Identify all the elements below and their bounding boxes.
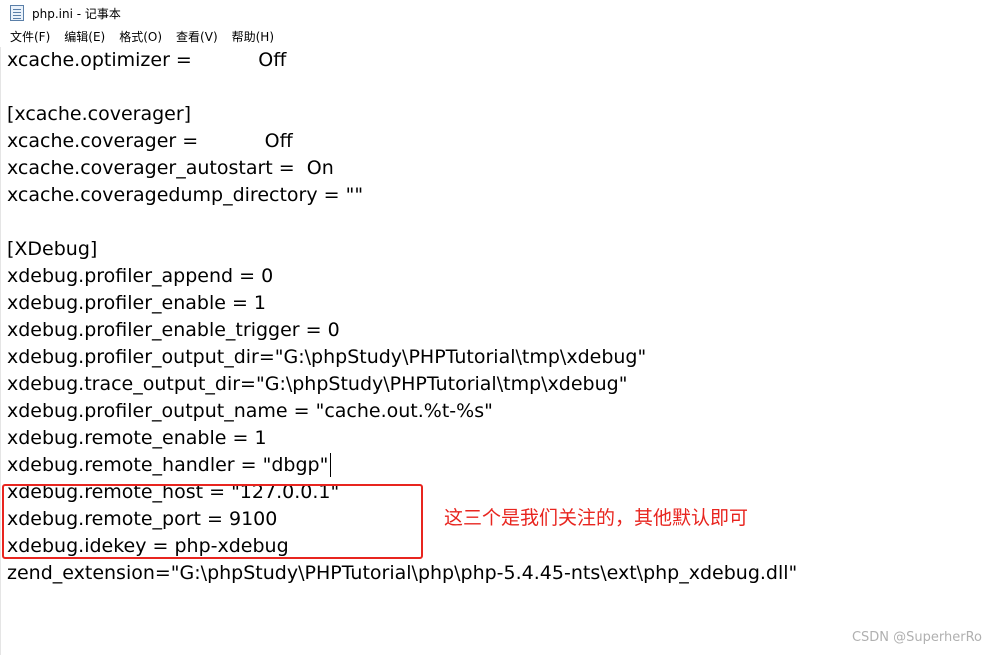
editor-line: xdebug.trace_output_dir="G:\phpStudy\PHP… — [7, 373, 628, 395]
editor-line: zend_extension="G:\phpStudy\PHPTutorial\… — [7, 562, 798, 584]
editor-line: xdebug.profiler_enable_trigger = 0 — [7, 319, 340, 341]
editor-line: xcache.coveragedump_directory = "" — [7, 184, 364, 206]
menu-format[interactable]: 格式(O) — [119, 28, 162, 45]
editor-line: xdebug.remote_enable = 1 — [7, 427, 267, 449]
menu-help[interactable]: 帮助(H) — [232, 28, 274, 45]
text-caret — [330, 453, 331, 477]
window-title: php.ini - 记事本 — [32, 6, 121, 21]
highlight-box — [2, 484, 423, 559]
menu-edit[interactable]: 编辑(E) — [64, 28, 105, 45]
editor-line: xcache.optimizer = Off — [7, 49, 287, 71]
menu-bar: 文件(F) 编辑(E) 格式(O) 查看(V) 帮助(H) — [0, 26, 996, 48]
editor-line: xcache.coverager_autostart = On — [7, 157, 334, 179]
editor-line: xdebug.profiler_append = 0 — [7, 265, 274, 287]
editor-line: [XDebug] — [7, 238, 98, 260]
watermark: CSDN @SuperherRo — [851, 630, 982, 645]
editor-line: xdebug.profiler_output_name = "cache.out… — [7, 400, 493, 422]
annotation-text: 这三个是我们关注的，其他默认即可 — [444, 507, 749, 529]
editor-line: xdebug.profiler_output_dir="G:\phpStudy\… — [7, 346, 647, 368]
editor-line: xdebug.remote_handler = "dbgp" — [7, 454, 329, 476]
editor-line: [xcache.coverager] — [7, 103, 192, 125]
notepad-icon — [10, 5, 24, 21]
editor-line: xdebug.profiler_enable = 1 — [7, 292, 267, 314]
menu-file[interactable]: 文件(F) — [10, 28, 50, 45]
menu-view[interactable]: 查看(V) — [176, 28, 218, 45]
editor-line: xcache.coverager = Off — [7, 130, 293, 152]
text-editor[interactable]: xcache.optimizer = Off [xcache.coverager… — [0, 47, 996, 655]
title-bar: php.ini - 记事本 — [0, 0, 996, 26]
